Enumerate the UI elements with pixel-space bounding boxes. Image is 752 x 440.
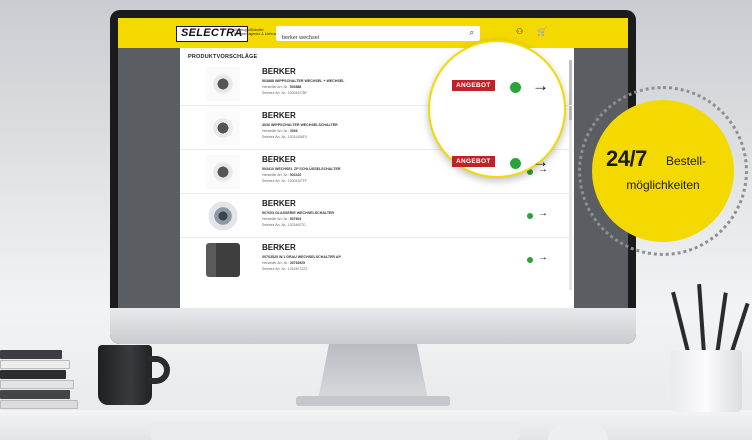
promo-hours: 24/7 xyxy=(606,146,647,171)
product-image[interactable] xyxy=(206,243,240,277)
availability-indicator xyxy=(510,82,521,93)
mouse xyxy=(548,424,608,440)
search-bar[interactable]: ⌕ xyxy=(276,26,480,46)
book xyxy=(0,390,70,399)
selectra-number: Selectra Art.-Nr.: 10003417BF xyxy=(262,91,308,95)
book-stack xyxy=(0,350,82,410)
arrow-right-icon[interactable]: → xyxy=(532,152,549,172)
pencil xyxy=(697,284,706,355)
arrow-right-icon[interactable]: → xyxy=(538,252,548,263)
product-image[interactable] xyxy=(206,199,240,233)
selectra-number: Selectra Art.-Nr.: 10004107FF xyxy=(262,179,308,183)
book xyxy=(0,350,62,359)
arrow-right-icon[interactable]: → xyxy=(538,208,548,219)
header-icons: ⚇ 🛒 xyxy=(516,27,547,36)
product-description[interactable]: 507603 GLASSERIE WECHSELSCHALTER xyxy=(262,211,334,215)
search-icon[interactable]: ⌕ xyxy=(470,28,474,38)
suggestion-row[interactable]: BERKER 507603 GLASSERIE WECHSELSCHALTER … xyxy=(180,194,574,238)
manufacturer-number: Hersteller Art.-Nr.: 3036 xyxy=(262,129,298,133)
book xyxy=(0,370,66,379)
pencil-cup xyxy=(670,350,742,412)
manufacturer-number: Hersteller Art.-Nr.: 503888 xyxy=(262,85,302,89)
promo-badge: 24/7 Bestell- möglichkeiten xyxy=(592,100,734,242)
promo-word-2: möglichkeiten xyxy=(626,178,700,192)
book xyxy=(0,400,78,409)
product-brand[interactable]: BERKER xyxy=(262,111,296,120)
callout-row: ANGEBOT → xyxy=(452,76,562,96)
callout-row: ANGEBOT → xyxy=(452,152,562,172)
product-image[interactable] xyxy=(206,155,240,189)
arrow-right-icon[interactable]: → xyxy=(532,76,549,96)
product-brand[interactable]: BERKER xyxy=(262,199,296,208)
product-description[interactable]: 3036 WIPPSCHALTER WECHSELSCHALTER xyxy=(262,123,338,127)
availability-indicator xyxy=(527,213,533,219)
book xyxy=(0,360,70,369)
monitor: SELECTRA Elektrogroßhändler Netzwerkagen… xyxy=(110,10,636,344)
magnifier-callout: ANGEBOT → ANGEBOT → xyxy=(428,40,566,178)
product-brand[interactable]: BERKER xyxy=(262,243,296,252)
product-description[interactable]: 503888 WIPPSCHALTER WECHSEL + WECHSEL xyxy=(262,79,344,83)
user-icon[interactable]: ⚇ xyxy=(516,27,523,36)
manufacturer-number: Hersteller Art.-Nr.: 507603 xyxy=(262,217,302,221)
book xyxy=(0,380,74,389)
logo-tagline: Elektrogroßhändler Netzwerkagentur & Lie… xyxy=(234,28,279,36)
monitor-chin xyxy=(110,308,636,344)
mug-handle xyxy=(148,356,170,384)
product-image[interactable] xyxy=(206,111,240,145)
keyboard xyxy=(150,422,520,440)
desk-scene: SELECTRA Elektrogroßhändler Netzwerkagen… xyxy=(0,0,752,440)
product-brand[interactable]: BERKER xyxy=(262,155,296,164)
manufacturer-number: Hersteller Art.-Nr.: 503410 xyxy=(262,173,302,177)
offer-badge: ANGEBOT xyxy=(452,80,495,91)
offer-badge: ANGEBOT xyxy=(452,156,495,167)
suggestions-title: PRODUKTVORSCHLÄGE xyxy=(188,54,258,60)
monitor-stand-base xyxy=(296,396,450,406)
promo-word-1: Bestell- xyxy=(666,154,707,168)
manufacturer-number: Hersteller Art.-Nr.: 30763525 xyxy=(262,261,305,265)
selectra-number: Selectra Art.-Nr.: 10031406F0 xyxy=(262,135,307,139)
site-header: SELECTRA Elektrogroßhändler Netzwerkagen… xyxy=(118,18,628,48)
availability-indicator xyxy=(527,257,533,263)
product-image[interactable] xyxy=(206,67,240,101)
product-brand[interactable]: BERKER xyxy=(262,67,296,76)
selectra-number: Selectra Art.-Nr.: 101530TZZ3 xyxy=(262,267,308,271)
coffee-mug xyxy=(98,345,152,405)
monitor-stand xyxy=(318,344,428,400)
selectra-number: Selectra Art.-Nr.: 1023460TD xyxy=(262,223,306,227)
product-description[interactable]: 503410 WECHSEL ZP SCHLÜSSELSCHALTER xyxy=(262,167,340,171)
availability-indicator xyxy=(510,158,521,169)
search-input[interactable] xyxy=(276,30,456,46)
suggestion-row[interactable]: BERKER 30763525 W.1 GRAU WECHSELSCHALTER… xyxy=(180,238,574,282)
product-description[interactable]: 30763525 W.1 GRAU WECHSELSCHALTER AP xyxy=(262,255,341,259)
cart-icon[interactable]: 🛒 xyxy=(537,27,547,36)
